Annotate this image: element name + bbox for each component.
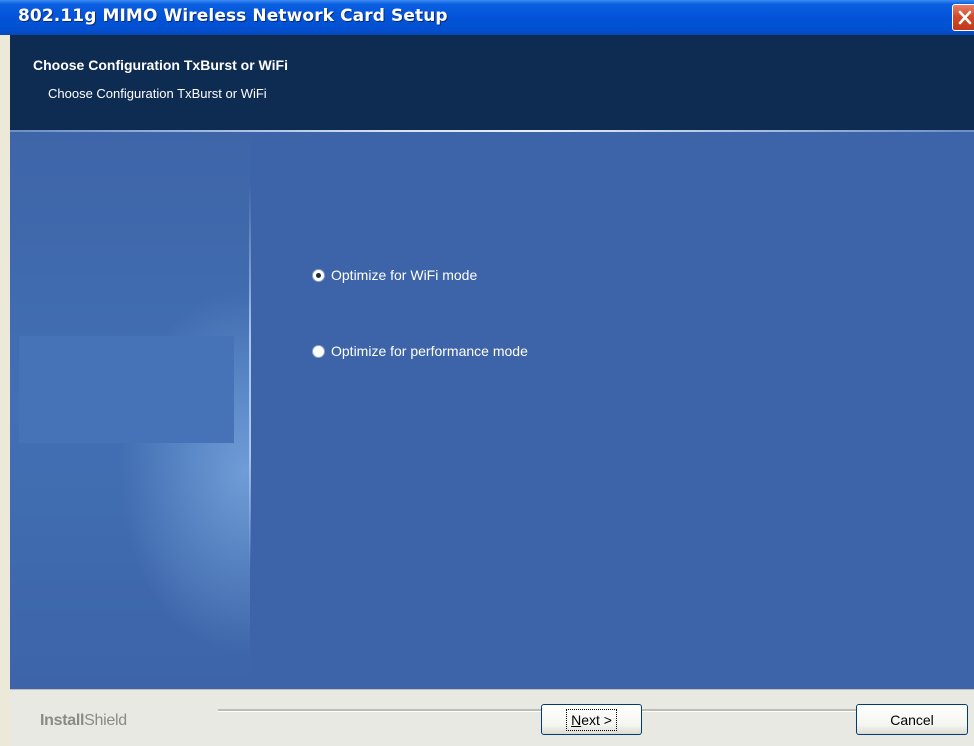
decorative-box [19,336,234,443]
page-title: Choose Configuration TxBurst or WiFi [33,57,288,73]
close-button[interactable] [952,4,974,31]
brand-thin: Shield [84,712,127,729]
vertical-divider [249,184,251,567]
next-accelerator: N [571,711,582,728]
radio-button-wifi[interactable] [312,268,325,282]
next-label-rest: ext > [581,711,612,728]
radio-label-wifi: Optimize for WiFi mode [331,267,478,283]
page-subtitle: Choose Configuration TxBurst or WiFi [48,86,267,101]
radio-option-wifi[interactable]: Optimize for WiFi mode [312,267,477,283]
cancel-button-label: Cancel [890,711,934,728]
header-panel: Choose Configuration TxBurst or WiFi Cho… [10,35,974,131]
setup-window: 802.11g MIMO Wireless Network Card Setup… [0,0,974,746]
radio-option-performance[interactable]: Optimize for performance mode [312,343,528,359]
installshield-logo: InstallShield [40,712,127,730]
close-icon [958,10,972,25]
radio-button-performance[interactable] [312,344,325,358]
main-panel: Optimize for WiFi mode Optimize for perf… [10,132,974,689]
title-bar[interactable]: 802.11g MIMO Wireless Network Card Setup [0,0,974,35]
cancel-button[interactable]: Cancel [856,704,968,735]
footer-divider [10,689,974,690]
footer-bar: InstallShield Next > Cancel [10,689,974,746]
radio-label-performance: Optimize for performance mode [331,343,528,359]
brand-bold: Install [40,712,85,729]
window-title: 802.11g MIMO Wireless Network Card Setup [18,6,448,26]
next-button[interactable]: Next > [541,704,642,735]
next-button-label: Next > [566,708,617,731]
